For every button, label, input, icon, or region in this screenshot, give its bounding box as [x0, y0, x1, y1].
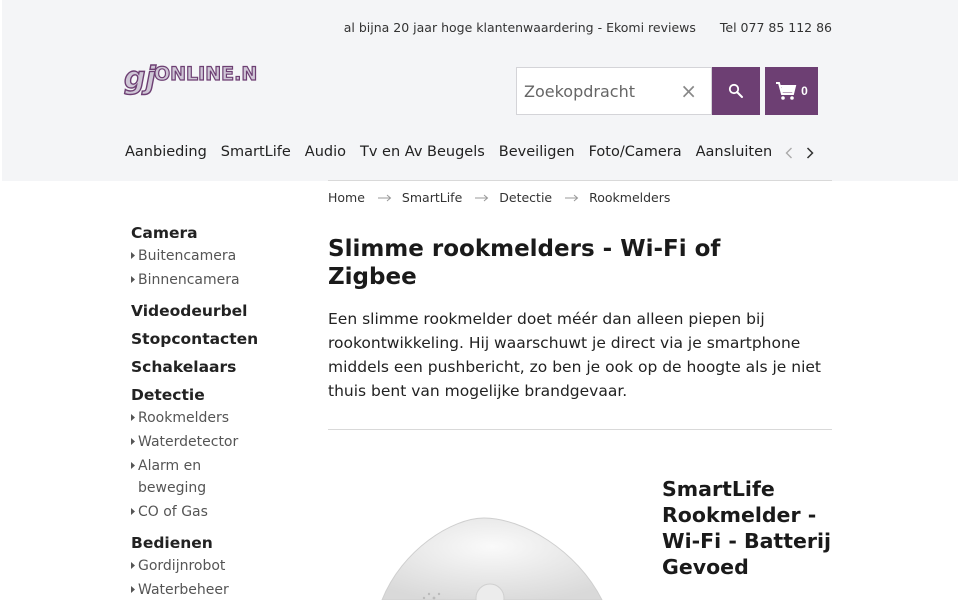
breadcrumb-detectie[interactable]: Detectie — [499, 190, 552, 205]
nav-item-aansluiten[interactable]: Aansluiten — [696, 144, 773, 160]
caret-right-icon — [131, 245, 138, 267]
breadcrumb-current: Rookmelders — [589, 190, 671, 205]
sidebar-cat-detectie[interactable]: Detectie — [131, 385, 291, 405]
sidebar-sub-waterdetector[interactable]: Waterdetector — [131, 431, 291, 453]
caret-right-icon — [131, 579, 138, 600]
sidebar-sub-buitencamera[interactable]: Buitencamera — [131, 245, 291, 267]
sidebar-sub-label: CO of Gas — [138, 504, 208, 520]
nav-item-beveiligen[interactable]: Beveiligen — [499, 144, 575, 160]
nav-divider — [328, 180, 832, 181]
breadcrumb-home[interactable]: Home — [328, 190, 365, 205]
nav-item-tv-en-av-beugels[interactable]: Tv en Av Beugels — [360, 144, 485, 160]
product-image[interactable] — [372, 510, 612, 600]
nav-item-audio[interactable]: Audio — [305, 144, 346, 160]
topbar: al bijna 20 jaar hoge klantenwaardering … — [344, 20, 832, 35]
sidebar-sub-binnencamera[interactable]: Binnencamera — [131, 269, 291, 291]
sidebar-sub-gordijnrobot[interactable]: Gordijnrobot — [131, 555, 291, 577]
nav-next-button[interactable] — [802, 143, 818, 163]
search-input[interactable] — [517, 81, 667, 101]
main-nav: Aanbieding SmartLife Audio Tv en Av Beug… — [125, 144, 786, 160]
reviews-link[interactable]: al bijna 20 jaar hoge klantenwaardering … — [344, 20, 696, 35]
search-button[interactable] — [712, 67, 760, 115]
intro-text: Een slimme rookmelder doet méér dan alle… — [328, 310, 821, 400]
chevron-right-icon — [806, 147, 814, 159]
arrow-right-icon — [565, 194, 579, 202]
caret-right-icon — [131, 269, 138, 291]
clear-search-icon[interactable]: × — [680, 79, 697, 103]
category-sidebar: Camera Buitencamera Binnencamera Videode… — [131, 223, 291, 600]
nav-item-foto-camera[interactable]: Foto/Camera — [589, 144, 682, 160]
nav-prev-button[interactable] — [781, 143, 797, 163]
site-logo[interactable]: gj ONLINE.NL — [122, 52, 258, 100]
phone-link[interactable]: Tel 077 85 112 86 — [720, 20, 832, 35]
sidebar-sub-co-of-gas[interactable]: CO of Gas — [131, 501, 291, 523]
logo-online: ONLINE.NL — [154, 63, 258, 85]
arrow-right-icon — [475, 194, 489, 202]
sidebar-sub-label: Rookmelders — [138, 410, 230, 426]
caret-right-icon — [131, 431, 138, 453]
sidebar-cat-videodeurbel[interactable]: Videodeurbel — [131, 301, 291, 321]
cart-button[interactable]: 0 — [765, 67, 818, 115]
breadcrumb-smartlife[interactable]: SmartLife — [402, 190, 462, 205]
sidebar-cat-schakelaars[interactable]: Schakelaars — [131, 357, 291, 377]
sidebar-cat-stopcontacten[interactable]: Stopcontacten — [131, 329, 291, 349]
nav-item-smartlife[interactable]: SmartLife — [221, 144, 291, 160]
caret-right-icon — [131, 555, 138, 577]
product-title[interactable]: SmartLife Rookmelder - Wi-Fi - Batterij … — [662, 476, 832, 580]
breadcrumb: Home SmartLife Detectie Rookmelders — [328, 190, 670, 205]
sidebar-sub-label: Alarm en beweging — [138, 458, 207, 496]
sidebar-sub-waterbeheer[interactable]: Waterbeheer — [131, 579, 291, 600]
caret-right-icon — [131, 407, 138, 429]
search-icon — [728, 83, 743, 98]
sidebar-sub-alarm-en-beweging[interactable]: Alarm en beweging — [131, 455, 291, 499]
caret-right-icon — [131, 501, 138, 523]
sidebar-sub-rookmelders[interactable]: Rookmelders — [131, 407, 291, 429]
chevron-left-icon — [785, 147, 792, 159]
sidebar-cat-camera[interactable]: Camera — [131, 223, 291, 243]
arrow-right-icon — [377, 194, 392, 202]
cart-icon — [776, 82, 797, 100]
sidebar-sub-label: Waterdetector — [138, 434, 239, 450]
sidebar-sub-label: Waterbeheer — [138, 582, 229, 598]
content-divider — [328, 429, 832, 430]
sidebar-sub-label: Buitencamera — [138, 248, 237, 264]
cart-count: 0 — [801, 84, 808, 98]
sidebar-sub-label: Binnencamera — [138, 272, 240, 288]
sidebar-sub-label: Gordijnrobot — [138, 558, 226, 574]
logo-gj: gj — [124, 61, 156, 96]
caret-right-icon — [131, 455, 138, 499]
nav-item-aanbieding[interactable]: Aanbieding — [125, 144, 207, 160]
search-box: × — [516, 67, 712, 115]
page-title: Slimme rookmelders - Wi-Fi of Zigbee — [328, 236, 721, 290]
sidebar-cat-bedienen[interactable]: Bedienen — [131, 533, 291, 553]
